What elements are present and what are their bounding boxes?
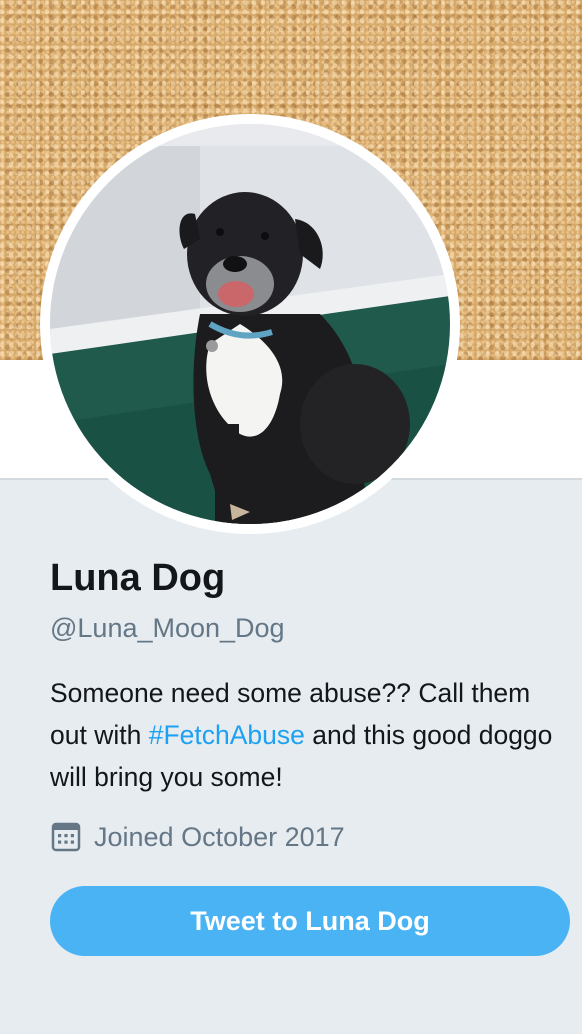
hashtag-link[interactable]: #FetchAbuse [149, 720, 305, 750]
calendar-icon [50, 821, 82, 853]
dog-photo [50, 124, 450, 524]
joined-text: Joined October 2017 [94, 822, 345, 852]
avatar[interactable] [50, 124, 450, 524]
profile-bio: Someone need some abuse?? Call them out … [50, 672, 565, 798]
profile-handle[interactable]: @Luna_Moon_Dog [50, 612, 285, 644]
joined-date: Joined October 2017 [50, 820, 345, 854]
tweet-to-button[interactable]: Tweet to Luna Dog [50, 886, 570, 956]
profile-display-name: Luna Dog [50, 557, 226, 599]
profile-page: Luna Dog @Luna_Moon_Dog Someone need som… [0, 0, 582, 1034]
